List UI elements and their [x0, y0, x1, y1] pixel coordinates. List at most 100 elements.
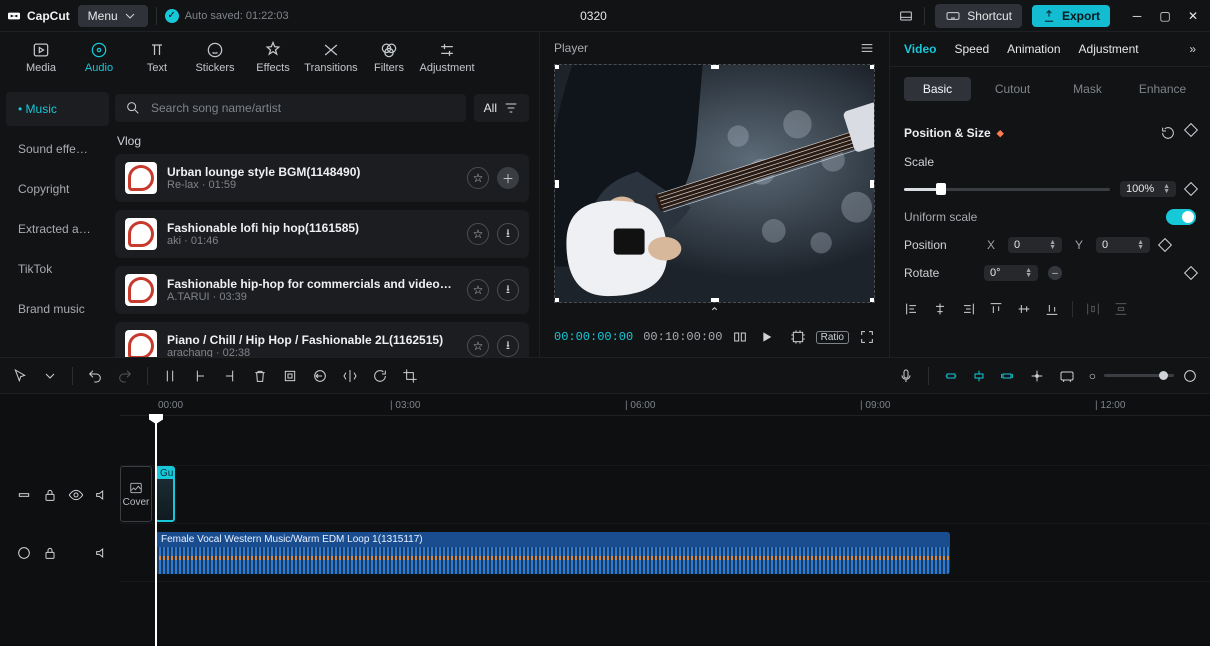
scale-fit-icon[interactable]	[790, 329, 806, 345]
track-display-icon[interactable]	[1059, 368, 1075, 384]
resize-handle[interactable]	[711, 64, 719, 69]
tool-chevron-icon[interactable]	[42, 368, 58, 384]
tab-text[interactable]: Text	[128, 32, 186, 80]
lock-icon[interactable]	[42, 545, 58, 561]
resize-handle[interactable]	[554, 64, 559, 69]
align-bottom-icon[interactable]	[1044, 301, 1060, 317]
undo-icon[interactable]	[87, 368, 103, 384]
lock-icon[interactable]	[42, 487, 58, 503]
tab-adjustment[interactable]: Adjustment	[418, 32, 476, 80]
resize-handle[interactable]	[870, 180, 875, 188]
menu-button[interactable]: Menu	[78, 5, 148, 27]
list-item[interactable]: Piano / Chill / Hip Hop / Fashionable 2L…	[115, 322, 529, 357]
ratio-button[interactable]: Ratio	[816, 331, 849, 344]
layout-icon[interactable]	[898, 8, 914, 24]
visibility-icon[interactable]	[68, 487, 84, 503]
align-hcenter-icon[interactable]	[932, 301, 948, 317]
close-button[interactable]: ✕	[1182, 5, 1204, 27]
prop-tab-adjustment[interactable]: Adjustment	[1079, 42, 1139, 56]
align-vcenter-icon[interactable]	[1016, 301, 1032, 317]
rotate-icon[interactable]	[372, 368, 388, 384]
align-right-icon[interactable]	[960, 301, 976, 317]
resize-handle[interactable]	[554, 180, 559, 188]
export-button[interactable]: Export	[1032, 5, 1110, 27]
subtab-enhance[interactable]: Enhance	[1129, 77, 1196, 101]
align-top-icon[interactable]	[988, 301, 1004, 317]
delete-icon[interactable]	[252, 368, 268, 384]
search-box[interactable]	[115, 94, 466, 122]
favorite-button[interactable]: ☆	[467, 335, 489, 357]
timeline-tracks[interactable]: Cover Guit Female Vocal Western Music/Wa…	[0, 416, 1210, 644]
distribute-h-icon[interactable]	[1085, 301, 1101, 317]
magnet-main-icon[interactable]	[943, 368, 959, 384]
freeze-frame-icon[interactable]	[282, 368, 298, 384]
collapse-icon[interactable]	[16, 545, 32, 561]
resize-handle[interactable]	[711, 298, 719, 303]
scale-value[interactable]: 100%▲▼	[1120, 181, 1176, 197]
subtab-cutout[interactable]: Cutout	[979, 77, 1046, 101]
download-button[interactable]: ⭳	[497, 223, 519, 245]
tab-audio[interactable]: Audio	[70, 32, 128, 80]
trim-left-icon[interactable]	[192, 368, 208, 384]
player-expand[interactable]: ⌃	[540, 303, 889, 321]
zoom-out-icon[interactable]: ○	[1089, 369, 1096, 383]
keyframe-icon[interactable]	[1184, 266, 1198, 280]
minimize-button[interactable]: ─	[1126, 5, 1148, 27]
tab-filters[interactable]: Filters	[360, 32, 418, 80]
cat-music[interactable]: • Music	[6, 92, 109, 126]
select-tool-icon[interactable]	[12, 368, 28, 384]
filter-button[interactable]: All	[474, 94, 529, 122]
split-icon[interactable]	[162, 368, 178, 384]
keyframe-icon[interactable]	[1184, 123, 1198, 137]
position-x[interactable]: 0▲▼	[1008, 237, 1062, 253]
shortcut-button[interactable]: Shortcut	[935, 4, 1022, 28]
audio-clip[interactable]: Female Vocal Western Music/Warm EDM Loop…	[155, 532, 950, 574]
cat-sound-effects[interactable]: Sound effe…	[6, 132, 109, 166]
collapse-icon[interactable]	[16, 487, 32, 503]
subtab-basic[interactable]: Basic	[904, 77, 971, 101]
compare-icon[interactable]	[732, 329, 748, 345]
keyframe-icon[interactable]	[1184, 182, 1198, 196]
magnet-snap-icon[interactable]	[971, 368, 987, 384]
timeline-zoom[interactable]: ○	[1089, 368, 1198, 384]
list-item[interactable]: Fashionable lofi hip hop(1161585)aki · 0…	[115, 210, 529, 258]
fullscreen-icon[interactable]	[859, 329, 875, 345]
list-item[interactable]: Urban lounge style BGM(1148490)Re-lax · …	[115, 154, 529, 202]
favorite-button[interactable]: ☆	[467, 223, 489, 245]
mute-icon[interactable]	[94, 487, 110, 503]
download-button[interactable]: ⭳	[497, 279, 519, 301]
keyframe-icon[interactable]	[1158, 238, 1172, 252]
list-item[interactable]: Fashionable hip-hop for commercials and …	[115, 266, 529, 314]
time-ruler[interactable]: 00:00 | 03:00 | 06:00 | 09:00 | 12:00	[120, 394, 1210, 416]
favorite-button[interactable]: ☆	[467, 167, 489, 189]
redo-icon[interactable]	[117, 368, 133, 384]
play-button[interactable]	[758, 329, 774, 345]
align-left-icon[interactable]	[904, 301, 920, 317]
mute-icon[interactable]	[94, 545, 110, 561]
subtab-mask[interactable]: Mask	[1054, 77, 1121, 101]
prop-tab-animation[interactable]: Animation	[1007, 42, 1060, 56]
add-button[interactable]: ＋	[497, 167, 519, 189]
video-clip[interactable]: Guit	[155, 466, 175, 522]
uniform-scale-toggle[interactable]	[1166, 209, 1196, 225]
tab-media[interactable]: Media	[12, 32, 70, 80]
reset-icon[interactable]	[1160, 125, 1176, 141]
resize-handle[interactable]	[870, 298, 875, 303]
linkage-icon[interactable]	[999, 368, 1015, 384]
zoom-fit-icon[interactable]	[1182, 368, 1198, 384]
zoom-slider[interactable]	[1104, 374, 1174, 377]
scale-slider[interactable]	[904, 188, 1110, 191]
cat-copyright[interactable]: Copyright	[6, 172, 109, 206]
prop-tab-video[interactable]: Video	[904, 42, 936, 56]
search-input[interactable]	[149, 100, 456, 116]
cat-brand-music[interactable]: Brand music	[6, 292, 109, 326]
mirror-icon[interactable]	[342, 368, 358, 384]
preview-axis-icon[interactable]	[1029, 368, 1045, 384]
prop-tab-speed[interactable]: Speed	[954, 42, 989, 56]
cover-button[interactable]: Cover	[120, 466, 152, 522]
more-tabs-icon[interactable]: »	[1189, 42, 1196, 56]
reverse-icon[interactable]	[312, 368, 328, 384]
distribute-v-icon[interactable]	[1113, 301, 1129, 317]
resize-handle[interactable]	[554, 298, 559, 303]
trim-right-icon[interactable]	[222, 368, 238, 384]
